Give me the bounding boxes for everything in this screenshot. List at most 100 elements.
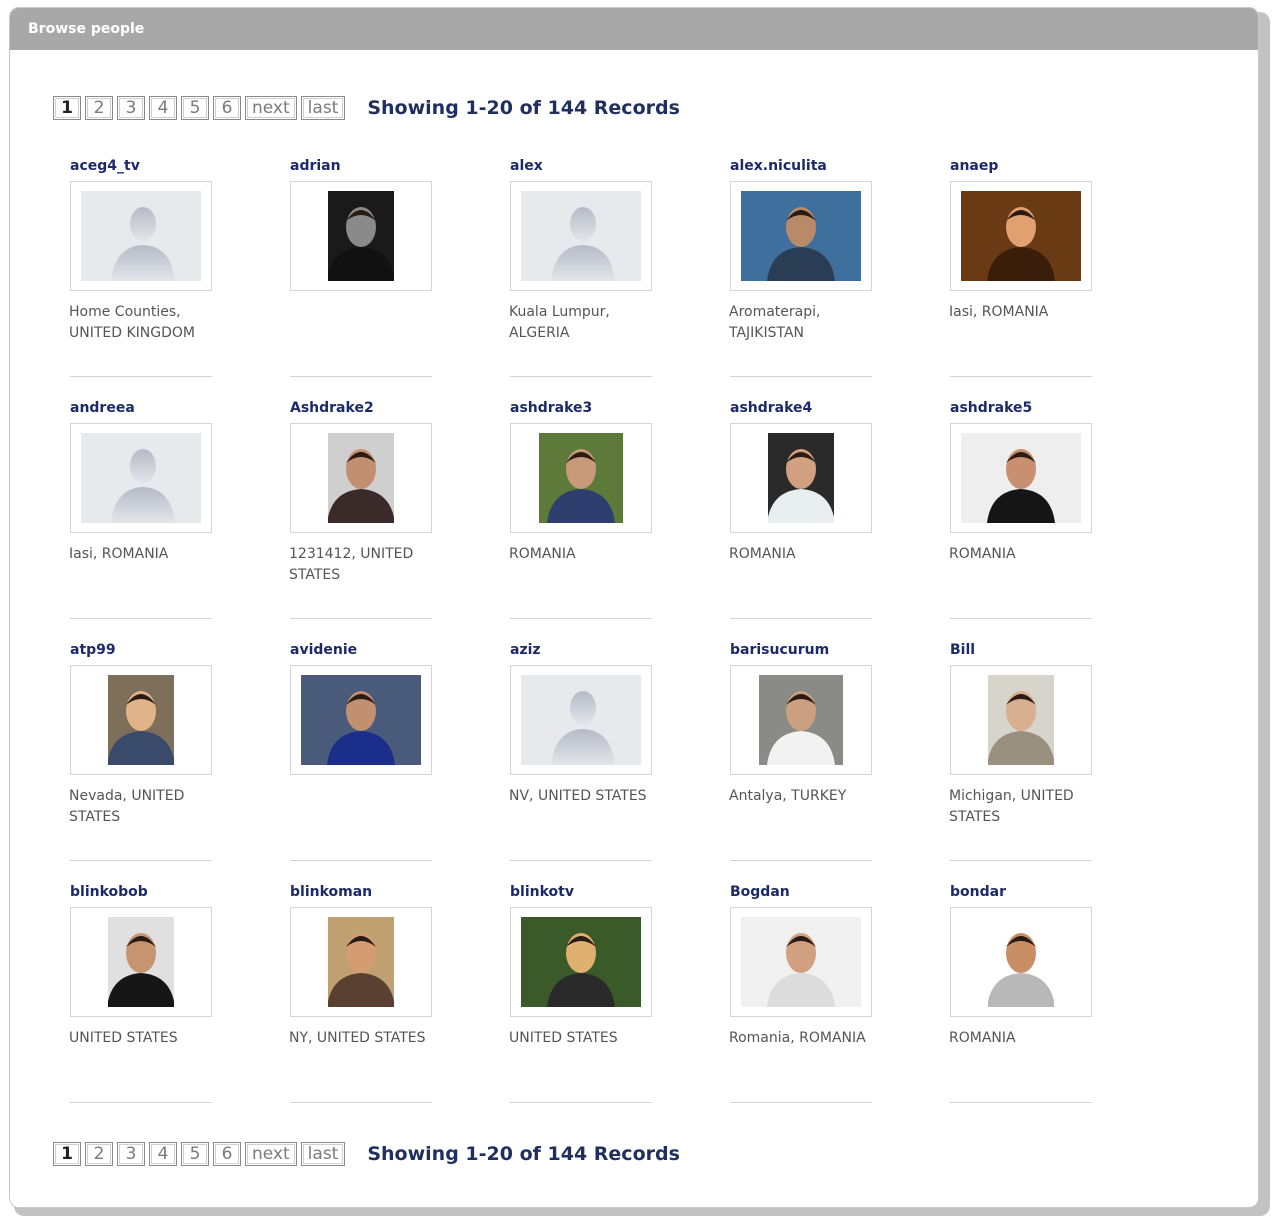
person-username-link[interactable]: blinkotv (510, 884, 574, 900)
person-photo-link[interactable] (950, 907, 1092, 1017)
page-link-4[interactable]: 4 (149, 1142, 177, 1166)
card-divider (730, 860, 872, 861)
person-photo-link[interactable] (290, 907, 432, 1017)
browse-people-panel: Browse people 1 2 3 4 5 6 next last Show… (9, 7, 1259, 1208)
person-card: ashdrake4 ROMANIA (729, 400, 949, 642)
card-divider (70, 860, 212, 861)
person-photo (328, 917, 394, 1007)
card-divider (290, 860, 432, 861)
person-username-link[interactable]: ashdrake3 (510, 400, 592, 416)
last-page-link[interactable]: last (300, 1142, 346, 1166)
person-card: barisucurum Antalya, TURKEY (729, 642, 949, 884)
person-username-link[interactable]: alex.niculita (730, 158, 827, 174)
page-link-3[interactable]: 3 (117, 1142, 145, 1166)
person-card: Ashdrake2 1231412, UNITED STATES (289, 400, 509, 642)
person-username-link[interactable]: blinkoman (290, 884, 372, 900)
card-divider (950, 376, 1092, 377)
card-divider (290, 1102, 432, 1103)
person-location: 1231412, UNITED STATES (289, 546, 414, 583)
page-link-5[interactable]: 5 (181, 96, 209, 120)
card-divider (950, 1102, 1092, 1103)
person-photo-link[interactable] (290, 665, 432, 775)
person-location: Michigan, UNITED STATES (949, 788, 1074, 825)
card-divider (730, 1102, 872, 1103)
person-card: aceg4_tv Home Counties, UNITED KINGDOM (69, 158, 289, 400)
person-photo-link[interactable] (510, 423, 652, 533)
person-card: avidenie (289, 642, 509, 884)
page-link-2[interactable]: 2 (85, 1142, 113, 1166)
page-link-5[interactable]: 5 (181, 1142, 209, 1166)
person-card: blinkoman NY, UNITED STATES (289, 884, 509, 1126)
person-photo-link[interactable] (730, 181, 872, 291)
person-photo-link[interactable] (510, 665, 652, 775)
person-photo-link[interactable] (730, 665, 872, 775)
last-page-link[interactable]: last (300, 96, 346, 120)
person-location: Antalya, TURKEY (729, 788, 847, 804)
card-divider (510, 376, 652, 377)
next-page-link[interactable]: next (245, 96, 297, 120)
person-username-link[interactable]: andreea (70, 400, 135, 416)
person-username-link[interactable]: avidenie (290, 642, 357, 658)
person-photo-link[interactable] (510, 907, 652, 1017)
person-username-link[interactable]: ashdrake5 (950, 400, 1032, 416)
person-username-link[interactable]: barisucurum (730, 642, 829, 658)
panel-title: Browse people (10, 8, 1258, 50)
person-username-link[interactable]: blinkobob (70, 884, 148, 900)
person-photo-link[interactable] (70, 181, 212, 291)
person-photo-link[interactable] (950, 423, 1092, 533)
card-divider (290, 618, 432, 619)
person-photo-link[interactable] (290, 181, 432, 291)
person-photo (759, 675, 843, 765)
person-username-link[interactable]: adrian (290, 158, 341, 174)
records-summary: Showing 1-20 of 144 Records (367, 97, 680, 119)
person-photo-link[interactable] (730, 423, 872, 533)
card-divider (950, 618, 1092, 619)
person-photo-link[interactable] (730, 907, 872, 1017)
person-photo (741, 917, 861, 1007)
person-username-link[interactable]: aceg4_tv (70, 158, 140, 174)
person-photo-link[interactable] (70, 665, 212, 775)
person-photo-link[interactable] (70, 907, 212, 1017)
page-link-6[interactable]: 6 (213, 1142, 241, 1166)
page-link-6[interactable]: 6 (213, 96, 241, 120)
people-grid: aceg4_tv Home Counties, UNITED KINGDOM adr… (69, 158, 1169, 1126)
person-username-link[interactable]: atp99 (70, 642, 116, 658)
person-photo (988, 675, 1054, 765)
page-link-1[interactable]: 1 (53, 1142, 81, 1166)
person-location: ROMANIA (949, 546, 1016, 562)
person-photo (961, 433, 1081, 523)
person-username-link[interactable]: ashdrake4 (730, 400, 812, 416)
card-divider (950, 860, 1092, 861)
person-location: ROMANIA (729, 546, 796, 562)
person-photo-link[interactable] (510, 181, 652, 291)
page-link-3[interactable]: 3 (117, 96, 145, 120)
card-divider (510, 860, 652, 861)
person-username-link[interactable]: Bill (950, 642, 975, 658)
card-divider (70, 618, 212, 619)
person-photo-link[interactable] (950, 181, 1092, 291)
person-location: Romania, ROMANIA (729, 1030, 866, 1046)
page-link-4[interactable]: 4 (149, 96, 177, 120)
person-photo-link[interactable] (290, 423, 432, 533)
person-photo-link[interactable] (70, 423, 212, 533)
person-username-link[interactable]: anaep (950, 158, 998, 174)
page-link-1[interactable]: 1 (53, 96, 81, 120)
person-location: Iasi, ROMANIA (69, 546, 169, 562)
person-card: alex Kuala Lumpur, ALGERIA (509, 158, 729, 400)
person-username-link[interactable]: aziz (510, 642, 541, 658)
person-location: NY, UNITED STATES (289, 1030, 426, 1046)
person-username-link[interactable]: bondar (950, 884, 1006, 900)
person-username-link[interactable]: Bogdan (730, 884, 790, 900)
person-location: Aromaterapi, TAJIKISTAN (729, 304, 821, 341)
person-location: Kuala Lumpur, ALGERIA (509, 304, 610, 341)
next-page-link[interactable]: next (245, 1142, 297, 1166)
pagination-bottom: 1 2 3 4 5 6 next last Showing 1-20 of 14… (53, 1140, 680, 1168)
person-username-link[interactable]: alex (510, 158, 543, 174)
person-location: Home Counties, UNITED KINGDOM (69, 304, 195, 341)
person-photo (108, 917, 174, 1007)
person-photo-link[interactable] (950, 665, 1092, 775)
person-username-link[interactable]: Ashdrake2 (290, 400, 374, 416)
card-divider (70, 1102, 212, 1103)
page-link-2[interactable]: 2 (85, 96, 113, 120)
card-divider (730, 376, 872, 377)
